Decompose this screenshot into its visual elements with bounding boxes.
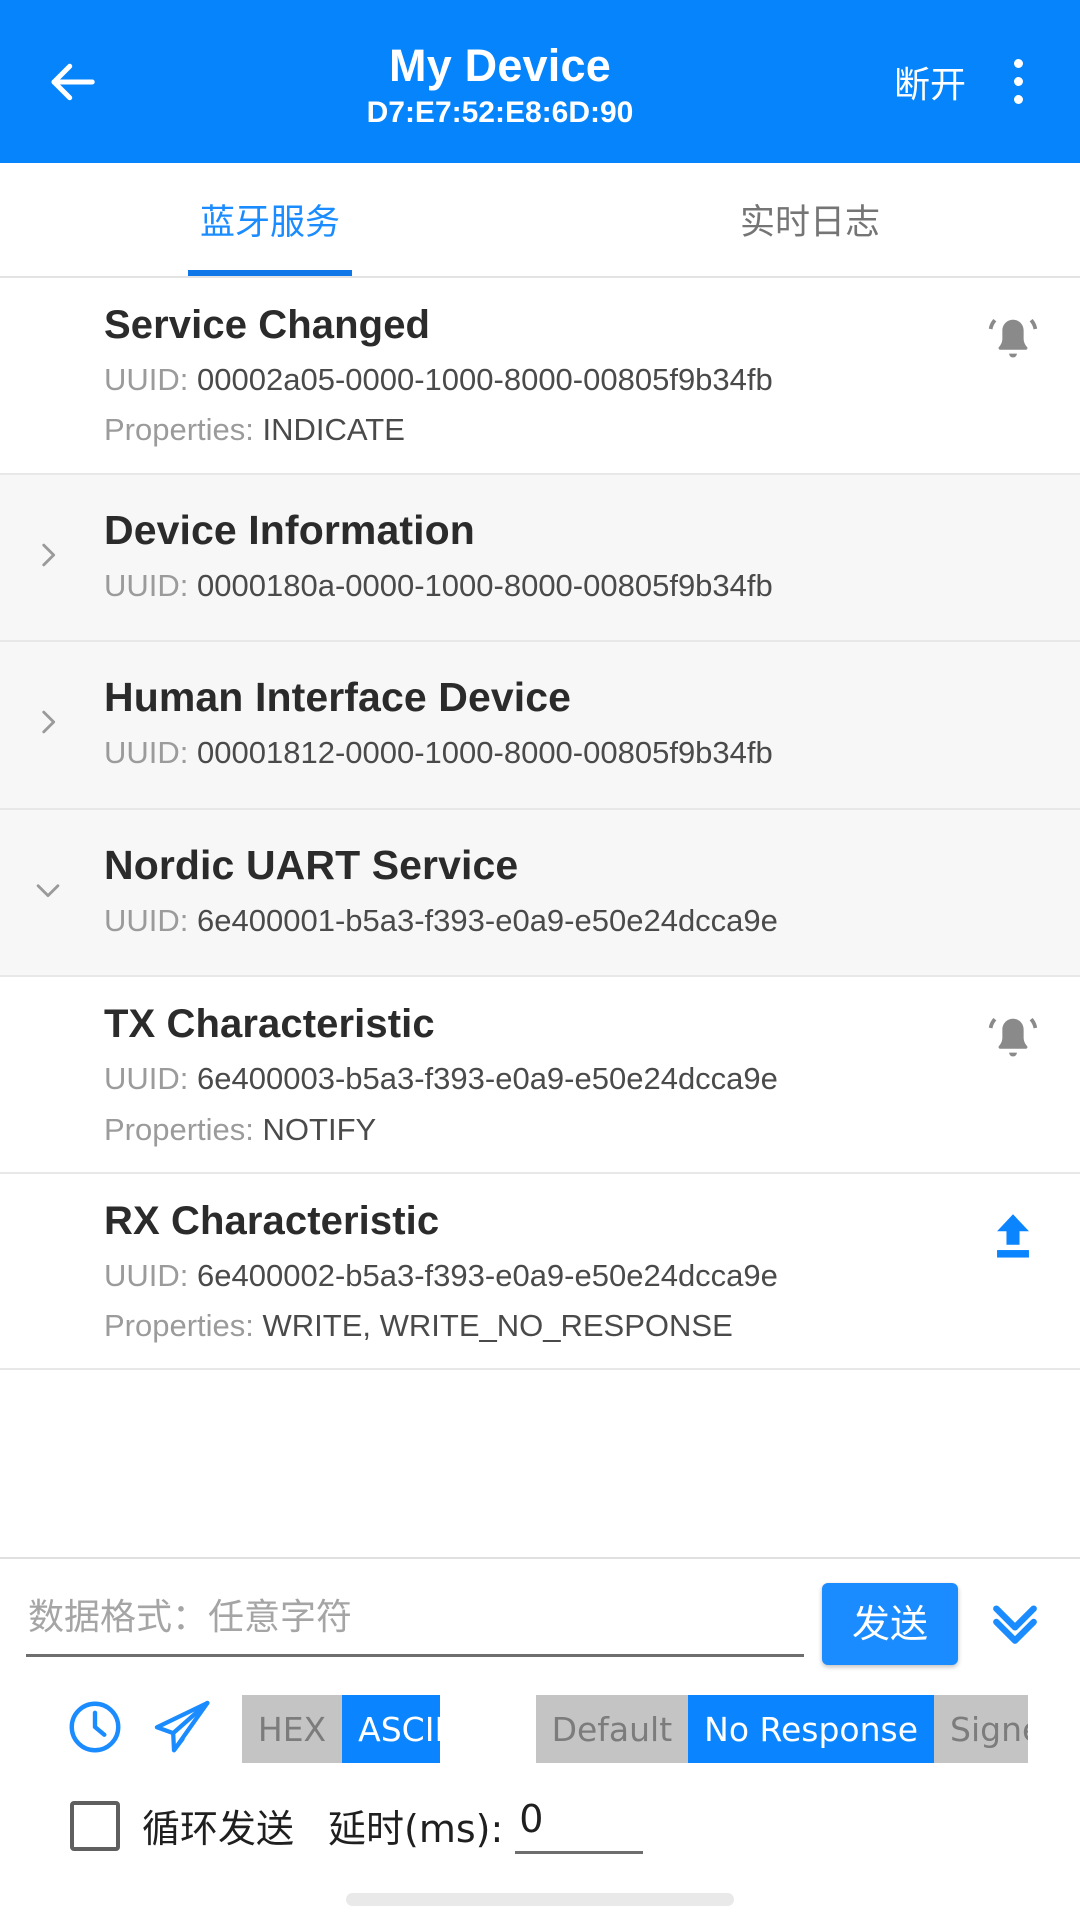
- item-uuid: UUID: 6e400003-b5a3-f393-e0a9-e50e24dcca…: [104, 1059, 1050, 1099]
- loop-send-row: 循环发送 延时(ms):: [26, 1771, 1054, 1854]
- page-title: My Device: [389, 40, 611, 92]
- uuid-value: 6e400001-b5a3-f393-e0a9-e50e24dcca9e: [197, 902, 778, 938]
- tab-label: 实时日志: [739, 203, 880, 243]
- send-bar: 发送: [0, 1557, 1080, 1854]
- properties-value: NOTIFY: [262, 1111, 377, 1147]
- list-item[interactable]: Human Interface Device UUID: 00001812-00…: [0, 642, 1080, 810]
- item-properties: Properties: WRITE, WRITE_NO_RESPONSE: [104, 1306, 1050, 1346]
- properties-label: Properties:: [104, 412, 254, 448]
- list-item[interactable]: Nordic UART Service UUID: 6e400001-b5a3-…: [0, 809, 1080, 978]
- segment-signed[interactable]: Signed: [934, 1695, 1028, 1763]
- item-uuid: UUID: 0000180a-0000-1000-8000-00805f9b34…: [104, 566, 1050, 606]
- properties-label: Properties:: [104, 1111, 254, 1147]
- item-title: Human Interface Device: [104, 674, 572, 721]
- uuid-value: 6e400003-b5a3-f393-e0a9-e50e24dcca9e: [197, 1061, 778, 1097]
- collapse-toggle[interactable]: [26, 870, 70, 914]
- uuid-label: UUID:: [104, 1257, 189, 1293]
- more-vertical-icon: [1013, 59, 1023, 104]
- tab-realtime-log[interactable]: 实时日志: [540, 163, 1080, 276]
- system-navigation-bar: [0, 1854, 1080, 1920]
- uuid-value: 6e400002-b5a3-f393-e0a9-e50e24dcca9e: [197, 1257, 778, 1293]
- back-button[interactable]: [26, 0, 118, 163]
- item-uuid: UUID: 00002a05-0000-1000-8000-00805f9b34…: [104, 360, 1050, 400]
- uuid-label: UUID:: [104, 362, 189, 397]
- quick-send-button[interactable]: [139, 1687, 226, 1771]
- data-format-segmented-control[interactable]: HEX ASCII: [241, 1695, 440, 1763]
- options-row: HEX ASCII Default No Response Signed: [26, 1665, 1054, 1771]
- overflow-menu-button[interactable]: [982, 34, 1054, 130]
- disconnect-button[interactable]: 断开: [882, 46, 978, 118]
- tab-bar: 蓝牙服务 实时日志: [0, 163, 1080, 278]
- item-uuid: UUID: 6e400002-b5a3-f393-e0a9-e50e24dcca…: [104, 1256, 1050, 1296]
- write-type-segmented-control[interactable]: Default No Response Signed: [535, 1695, 1028, 1763]
- properties-value: INDICATE: [262, 412, 405, 448]
- clock-history-icon: [64, 1696, 126, 1763]
- item-title: Service Changed: [104, 303, 431, 347]
- uuid-value: 00002a05-0000-1000-8000-00805f9b34fb: [197, 362, 773, 397]
- item-title: TX Characteristic: [104, 1002, 435, 1047]
- item-title: Nordic UART Service: [104, 841, 519, 888]
- item-title: RX Characteristic: [104, 1198, 440, 1243]
- upload-write-icon: [984, 1214, 1042, 1270]
- item-uuid: UUID: 00001812-0000-1000-8000-00805f9b34…: [104, 733, 1050, 773]
- properties-label: Properties:: [104, 1308, 254, 1344]
- item-title: Device Information: [104, 506, 475, 553]
- app-bar-actions: 断开: [882, 0, 1054, 163]
- loop-send-checkbox[interactable]: [70, 1800, 120, 1851]
- paper-plane-icon: [150, 1695, 214, 1764]
- app-bar: My Device D7:E7:52:E8:6D:90 断开: [0, 0, 1080, 163]
- tab-bluetooth-services[interactable]: 蓝牙服务: [0, 163, 540, 276]
- segment-hex[interactable]: HEX: [241, 1695, 343, 1763]
- expand-toggle[interactable]: [26, 535, 70, 579]
- uuid-label: UUID:: [104, 567, 189, 603]
- bell-notify-icon: [984, 1018, 1042, 1073]
- loop-send-label: 循环发送: [142, 1807, 295, 1851]
- uuid-label: UUID:: [104, 1061, 189, 1097]
- tab-label: 蓝牙服务: [199, 203, 340, 243]
- segment-default[interactable]: Default: [535, 1695, 689, 1763]
- device-mac-address: D7:E7:52:E8:6D:90: [366, 95, 634, 129]
- home-gesture-pill[interactable]: [346, 1893, 734, 1906]
- uuid-label: UUID:: [104, 735, 189, 771]
- history-button[interactable]: [52, 1687, 139, 1771]
- uuid-label: UUID:: [104, 902, 189, 938]
- item-uuid: UUID: 6e400001-b5a3-f393-e0a9-e50e24dcca…: [104, 901, 1050, 941]
- chevron-down-icon: [31, 873, 65, 912]
- delay-input[interactable]: [515, 1797, 644, 1854]
- notify-toggle-button[interactable]: [984, 312, 1042, 370]
- chevron-right-icon: [31, 538, 65, 577]
- app-bar-titles: My Device D7:E7:52:E8:6D:90: [118, 0, 882, 163]
- item-properties: Properties: NOTIFY: [104, 1110, 1050, 1150]
- double-chevron-down-icon: [983, 1590, 1047, 1659]
- arrow-left-icon: [45, 55, 99, 109]
- app-screen: My Device D7:E7:52:E8:6D:90 断开 蓝牙服务 实时日志…: [0, 0, 1080, 1920]
- uuid-value: 00001812-0000-1000-8000-00805f9b34fb: [197, 735, 773, 771]
- send-button[interactable]: 发送: [821, 1583, 958, 1665]
- notify-toggle-button[interactable]: [984, 1011, 1042, 1069]
- expand-toggle[interactable]: [26, 703, 70, 747]
- write-button[interactable]: [984, 1208, 1042, 1266]
- list-item[interactable]: RX Characteristic UUID: 6e400002-b5a3-f3…: [0, 1173, 1080, 1371]
- list-item[interactable]: Device Information UUID: 0000180a-0000-1…: [0, 474, 1080, 643]
- segment-ascii[interactable]: ASCII: [342, 1695, 440, 1763]
- list-item[interactable]: TX Characteristic UUID: 6e400003-b5a3-f3…: [0, 977, 1080, 1174]
- segment-no-response[interactable]: No Response: [688, 1695, 935, 1763]
- expand-panel-button[interactable]: [976, 1585, 1054, 1663]
- uuid-value: 0000180a-0000-1000-8000-00805f9b34fb: [197, 567, 773, 603]
- send-row: 发送: [26, 1583, 1054, 1665]
- gatt-list[interactable]: Service Changed UUID: 00002a05-0000-1000…: [0, 278, 1080, 1557]
- list-item[interactable]: Service Changed UUID: 00002a05-0000-1000…: [0, 278, 1080, 475]
- data-input-wrap: [26, 1583, 804, 1665]
- data-input[interactable]: [26, 1583, 804, 1657]
- delay-label: 延时(ms):: [328, 1807, 504, 1851]
- properties-value: WRITE, WRITE_NO_RESPONSE: [262, 1308, 733, 1344]
- chevron-right-icon: [31, 705, 65, 744]
- item-properties: Properties: INDICATE: [104, 410, 1050, 450]
- bell-notify-icon: [984, 319, 1042, 374]
